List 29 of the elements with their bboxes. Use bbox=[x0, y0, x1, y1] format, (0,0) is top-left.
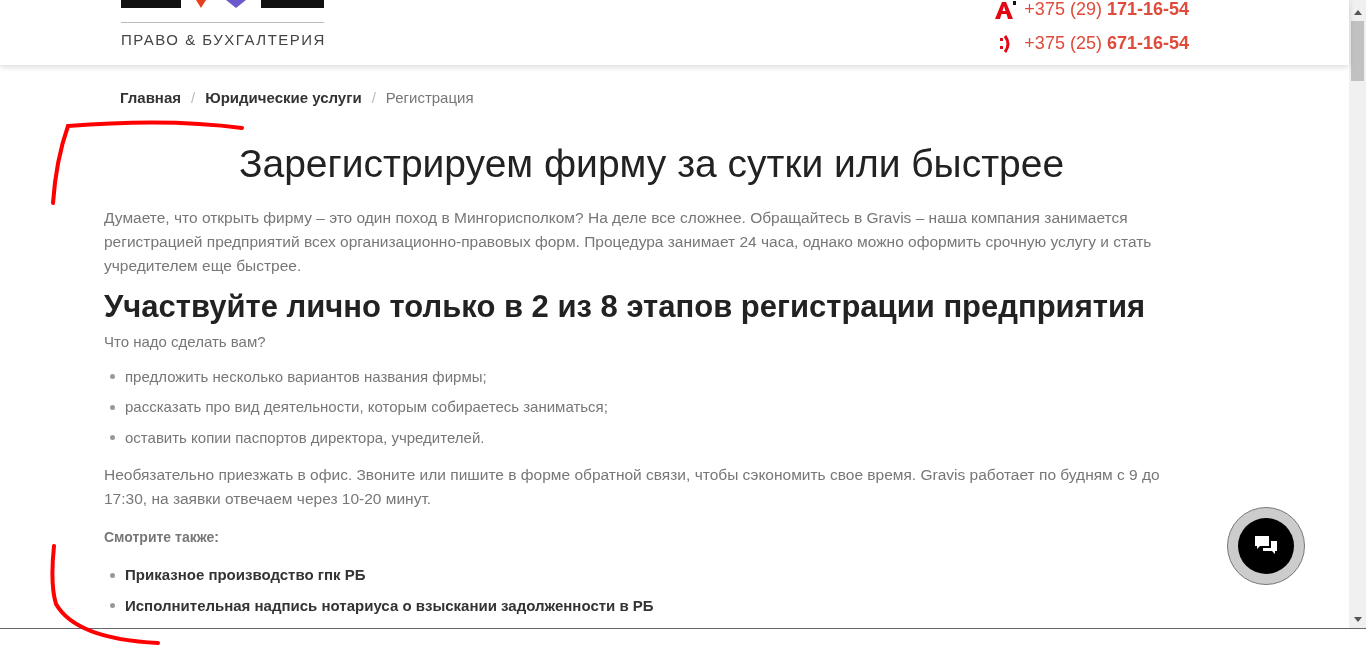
breadcrumb-separator: / bbox=[191, 88, 196, 108]
phone-link[interactable]: +375 (29) 171-16-54 bbox=[1024, 0, 1189, 23]
step-text: предложить несколько вариантов названия фирмы; bbox=[125, 366, 487, 387]
logo-tagline: ПРАВО & БУХГАЛТЕРИЯ bbox=[121, 30, 324, 50]
bullet-icon bbox=[110, 374, 115, 380]
breadcrumb-link[interactable]: Регистрация bbox=[385, 87, 474, 110]
intro-paragraph: Думаете, что открыть фирму – это один поход в Мингорисполком? На деле все сложнее. Обращайтесь в Gravis – наша компания занимается регистрацией предприятий всех организационно-правовых форм. Процедура занимает 24 часа, однако можно оформить срочную услугу и стать учредителем еще быстрее. bbox=[104, 208, 1153, 277]
operator-logo-icon bbox=[999, 34, 1012, 53]
breadcrumb-link[interactable]: Юридические услуги bbox=[205, 87, 362, 110]
bullet-icon bbox=[110, 603, 115, 609]
question-text: Что надо сделать вам? bbox=[104, 332, 267, 352]
note-paragraph: Необязательно приезжать в офис. Звоните или пишите в форме обратной связи, чтобы сэкономить свое время. Gravis работает по будням с 9 до 17:30, на заявки отвечаем через 10-20 минут. bbox=[104, 465, 1161, 509]
phone-link[interactable]: +375 (25) 671-16-54 bbox=[1024, 30, 1189, 57]
step-text: рассказать про вид деятельности, которым собираетесь заниматься; bbox=[125, 397, 608, 417]
breadcrumb-separator: / bbox=[371, 88, 376, 108]
bullet-icon bbox=[110, 572, 115, 578]
section-heading: Участвуйте лично только в 2 из 8 этапов регистрации предприятия bbox=[104, 288, 1147, 327]
see-also-title: Смотрите также: bbox=[104, 528, 220, 547]
bullet-icon bbox=[110, 404, 115, 410]
related-link[interactable]: Приказное производство гпк РБ bbox=[125, 564, 366, 587]
operator-logo-icon bbox=[994, 0, 1017, 19]
page-title: Зарегистрируем фирму за сутки или быстрее bbox=[237, 140, 1066, 187]
bullet-icon bbox=[110, 435, 115, 441]
related-link[interactable]: Исполнительная надпись нотариуса о взыскании задолженности в РБ bbox=[125, 594, 654, 617]
step-text: оставить копии паспортов директора, учредителей. bbox=[125, 427, 485, 448]
scroll-down-icon bbox=[1353, 617, 1362, 622]
breadcrumb-link[interactable]: Главная bbox=[120, 87, 181, 110]
scrollbar-thumb[interactable] bbox=[1351, 21, 1364, 81]
scroll-up-icon bbox=[1353, 10, 1362, 15]
